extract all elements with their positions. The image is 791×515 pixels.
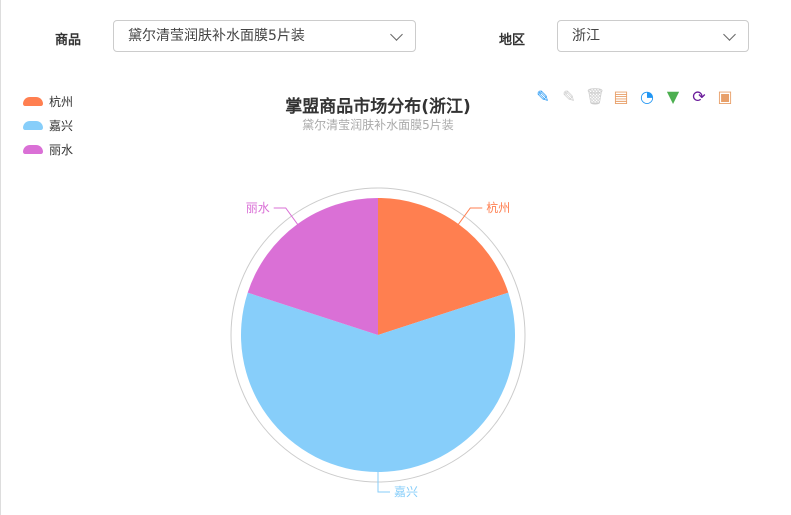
slice-label: 嘉兴 <box>394 485 418 499</box>
label-line <box>377 469 390 493</box>
label-line <box>273 207 300 227</box>
slice-label: 丽水 <box>246 201 270 215</box>
label-line <box>456 207 483 227</box>
pie-chart: 杭州嘉兴 丽水 <box>230 187 526 499</box>
slice-label: 杭州 <box>486 200 510 215</box>
